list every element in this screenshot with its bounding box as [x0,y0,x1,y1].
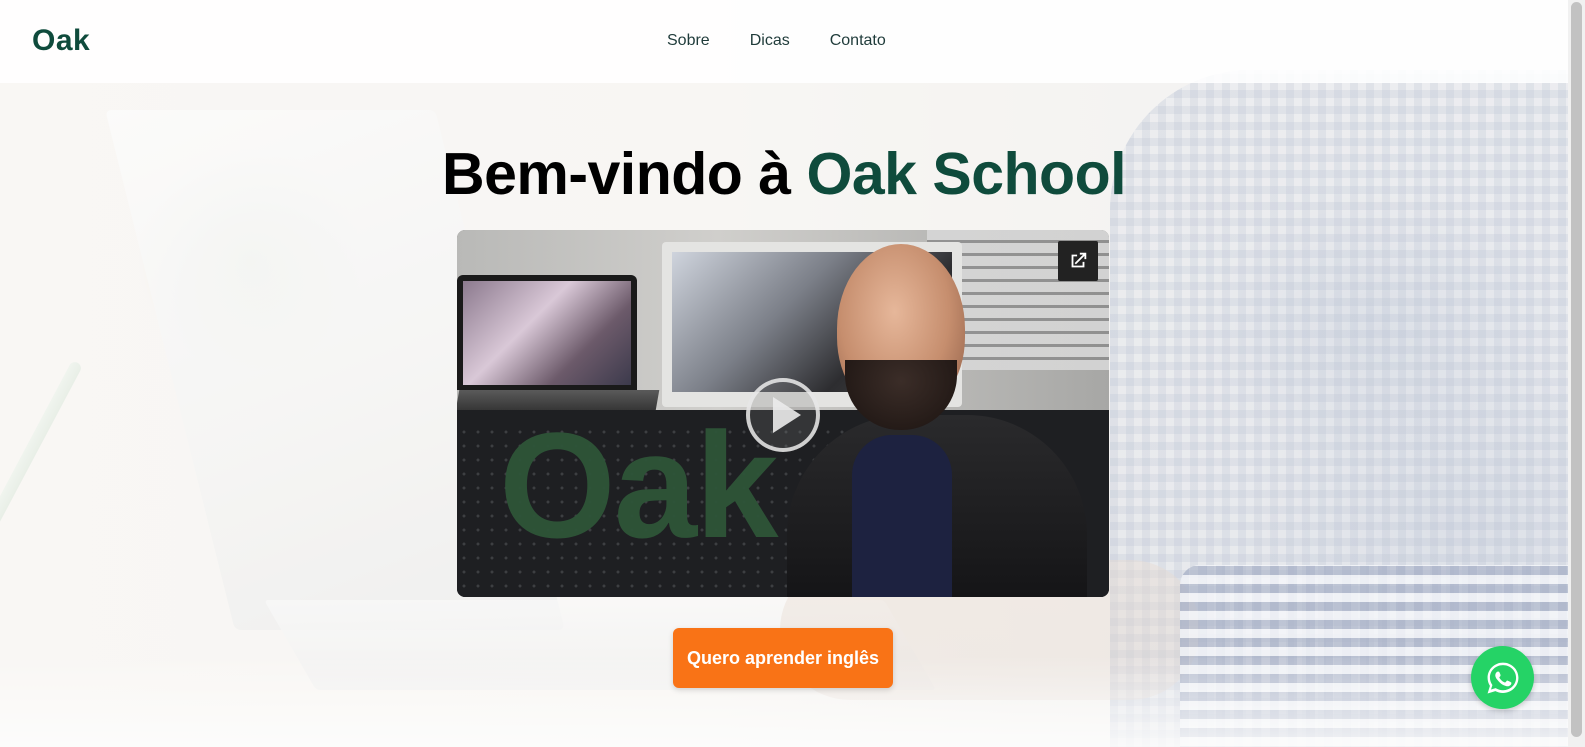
hero-title-prefix: Bem-vindo à [441,141,791,207]
intro-video[interactable]: Oak [457,230,1109,597]
hero-title: Bem-vindo à Oak School [0,140,1568,208]
site-header: Oak Sobre Dicas Contato [0,0,1568,83]
video-laptop [457,275,637,390]
learn-english-button[interactable]: Quero aprender inglês [673,628,893,688]
nav-item-contato[interactable]: Contato [830,32,886,50]
nav-item-dicas[interactable]: Dicas [750,32,790,50]
whatsapp-glyph [1487,662,1518,693]
open-in-new-glyph [1071,252,1087,268]
video-watermark: Oak [499,401,779,569]
whatsapp-icon[interactable] [1471,646,1534,709]
play-triangle [773,397,801,433]
scrollbar[interactable] [1568,0,1585,747]
main-nav: Sobre Dicas Contato [667,32,886,50]
logo[interactable]: Oak [32,24,90,58]
scrollbar-thumb[interactable] [1571,2,1582,737]
video-person-shirt [852,435,952,597]
open-in-new-icon[interactable] [1058,241,1098,281]
hero-title-accent: Oak School [806,141,1127,207]
nav-item-sobre[interactable]: Sobre [667,32,710,50]
play-icon[interactable] [746,378,820,452]
